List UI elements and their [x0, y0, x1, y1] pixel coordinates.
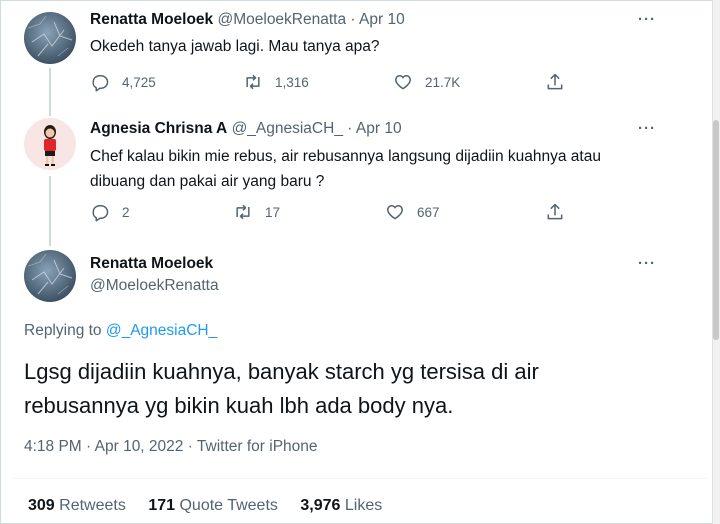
tweet-text: Chef kalau bikin mie rebus, air rebusann…: [90, 144, 601, 194]
like-count: 21.7K: [425, 74, 461, 90]
separator: ·: [350, 11, 356, 28]
more-icon[interactable]: ···: [638, 255, 656, 272]
retweets-label: Retweets: [59, 497, 126, 514]
main-tweet-text-line: rebusannya yg bikin kuah lbh ada body ny…: [24, 393, 454, 418]
like-count: 667: [417, 204, 440, 220]
retweet-button[interactable]: 17: [233, 202, 280, 222]
author-handle[interactable]: @MoeloekRenatta: [217, 11, 346, 28]
thread-line: [49, 176, 51, 246]
divider: [12, 478, 708, 479]
retweet-count: 17: [265, 204, 281, 220]
reply-icon: [92, 205, 109, 222]
avatar[interactable]: [24, 250, 76, 302]
reply-button[interactable]: 2: [90, 202, 130, 222]
retweets-count: 309: [28, 497, 55, 514]
retweet-button[interactable]: 1,316: [243, 72, 309, 92]
quotes-stat[interactable]: 171 Quote Tweets: [148, 497, 296, 514]
avatar[interactable]: [24, 12, 76, 64]
reply-count: 2: [122, 204, 130, 220]
tweet-text: Okedeh tanya jawab lagi. Mau tanya apa?: [90, 38, 380, 55]
replying-prefix: Replying to: [24, 322, 102, 339]
main-author-name-row: Renatta Moeloek: [90, 255, 213, 273]
like-button[interactable]: 667: [385, 202, 440, 222]
quotes-count: 171: [148, 497, 176, 514]
more-icon[interactable]: ···: [638, 120, 656, 137]
likes-count: 3,976: [300, 497, 341, 514]
author-name[interactable]: Renatta Moeloek: [90, 255, 213, 272]
like-icon: [395, 75, 411, 90]
main-author-handle-row: @MoeloekRenatta: [90, 277, 219, 295]
tweet-text-line: dibuang dan pakai air yang baru ?: [90, 173, 325, 190]
share-icon: [547, 73, 563, 90]
retweets-stat[interactable]: 309 Retweets: [28, 497, 144, 514]
tweet-date[interactable]: Apr 10: [359, 11, 405, 28]
separator: ·: [347, 120, 353, 137]
author-handle[interactable]: @MoeloekRenatta: [90, 277, 219, 294]
retweet-icon: [246, 74, 260, 90]
more-icon[interactable]: ···: [638, 11, 656, 28]
retweet-count: 1,316: [275, 74, 309, 90]
share-button[interactable]: [545, 202, 565, 222]
tweet-header: Agnesia Chrisna A @_AgnesiaCH_ · Apr 10: [90, 120, 402, 138]
likes-label: Likes: [344, 497, 383, 514]
retweet-icon: [236, 204, 250, 220]
main-tweet-text: Lgsg dijadiin kuahnya, banyak starch yg …: [24, 355, 684, 423]
tweet-header: Renatta Moeloek @MoeloekRenatta · Apr 10: [90, 11, 405, 29]
scrollbar-thumb[interactable]: [713, 120, 719, 340]
like-icon: [387, 205, 403, 220]
share-button[interactable]: [545, 72, 565, 92]
tweet-actions: 2 17 667: [90, 202, 580, 222]
engagement-stats: 309 Retweets 171 Quote Tweets 3,976 Like…: [28, 497, 400, 515]
reply-count: 4,725: [122, 74, 156, 90]
tweet-text-line: Chef kalau bikin mie rebus, air rebusann…: [90, 148, 601, 165]
main-tweet-text-line: Lgsg dijadiin kuahnya, banyak starch yg …: [24, 359, 539, 384]
reply-button[interactable]: 4,725: [90, 72, 156, 92]
avatar[interactable]: [24, 118, 76, 170]
share-icon: [547, 203, 563, 220]
tweet-date[interactable]: Apr 10: [356, 120, 402, 137]
author-name[interactable]: Agnesia Chrisna A: [90, 120, 227, 137]
like-button[interactable]: 21.7K: [393, 72, 460, 92]
replying-handle-link[interactable]: @_AgnesiaCH_: [106, 322, 217, 339]
likes-stat[interactable]: 3,976 Likes: [300, 497, 400, 514]
author-handle[interactable]: @_AgnesiaCH_: [232, 120, 343, 137]
quotes-label: Quote Tweets: [179, 497, 278, 514]
replying-to: Replying to @_AgnesiaCH_: [24, 322, 217, 340]
scrollbar[interactable]: [712, 0, 720, 524]
tweet-actions: 4,725 1,316 21.7K: [90, 72, 580, 92]
reply-icon: [92, 75, 109, 92]
author-name[interactable]: Renatta Moeloek: [90, 11, 213, 28]
thread-line: [49, 68, 51, 116]
tweet-timestamp[interactable]: 4:18 PM · Apr 10, 2022 · Twitter for iPh…: [24, 438, 318, 456]
